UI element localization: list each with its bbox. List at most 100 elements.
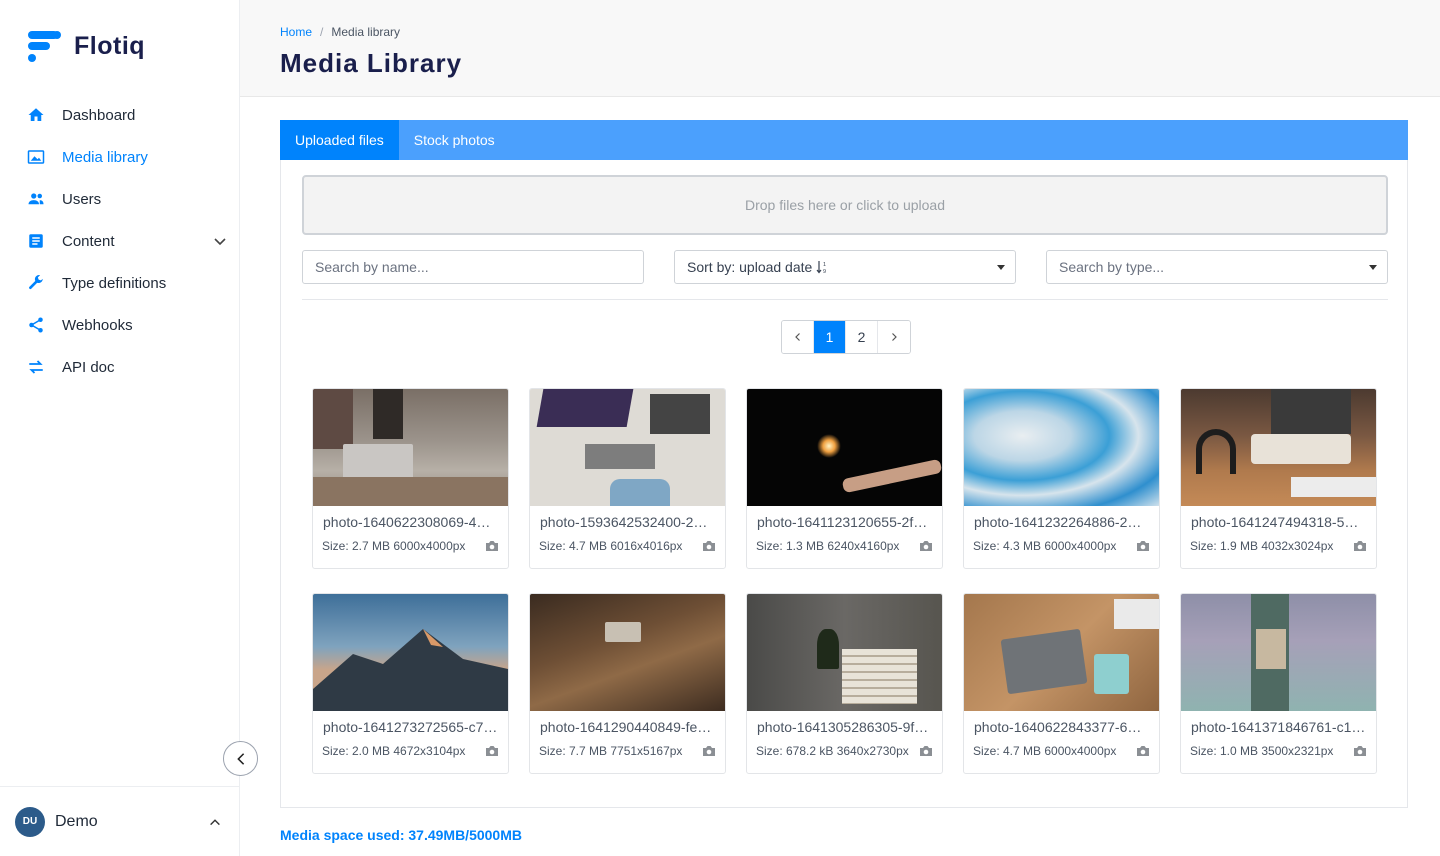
sidebar-item-label: Dashboard	[62, 106, 136, 124]
tab-uploaded-files[interactable]: Uploaded files	[280, 120, 399, 160]
svg-text:1: 1	[823, 262, 826, 268]
media-card[interactable]: photo-1641290440849-feb… Size: 7.7 MB 77…	[529, 593, 726, 774]
sidebar-item-label: API doc	[62, 358, 115, 376]
sort-select[interactable]: Sort by: upload date 19	[674, 250, 1016, 284]
share-icon	[26, 315, 46, 335]
media-card[interactable]: photo-1641232264886-2e… Size: 4.3 MB 600…	[963, 388, 1160, 569]
sidebar-item-type-definitions[interactable]: Type definitions	[0, 262, 240, 304]
search-input[interactable]	[315, 259, 643, 275]
media-file-name: photo-1641247494318-5a…	[1191, 514, 1367, 530]
wrench-icon	[26, 273, 46, 293]
media-card[interactable]: photo-1641305286305-9f… Size: 678.2 kB 3…	[746, 593, 943, 774]
media-size: Size: 4.7 MB 6016x4016px	[539, 539, 683, 553]
sidebar-item-content[interactable]: Content	[0, 220, 240, 262]
sidebar-item-webhooks[interactable]: Webhooks	[0, 304, 240, 346]
media-meta: Size: 2.0 MB 4672x3104px	[313, 735, 508, 758]
tab-stock-photos[interactable]: Stock photos	[399, 120, 510, 160]
type-select-placeholder: Search by type...	[1059, 259, 1165, 275]
media-meta: Size: 4.7 MB 6000x4000px	[964, 735, 1159, 758]
media-thumbnail	[313, 389, 508, 506]
media-thumbnail	[530, 389, 725, 506]
media-meta: Size: 1.3 MB 6240x4160px	[747, 530, 942, 553]
media-file-name: photo-1641371846761-c1…	[1191, 719, 1366, 735]
sidebar-item-dashboard[interactable]: Dashboard	[0, 94, 240, 136]
camera-icon	[486, 541, 498, 551]
media-space-used: Media space used: 37.49MB/5000MB	[280, 827, 522, 843]
camera-icon	[920, 746, 932, 756]
page-button-2[interactable]: 2	[846, 321, 878, 353]
media-card[interactable]: photo-1641371846761-c1… Size: 1.0 MB 350…	[1180, 593, 1377, 774]
image-icon	[26, 147, 46, 167]
media-card[interactable]: photo-1641123120655-2fc… Size: 1.3 MB 62…	[746, 388, 943, 569]
breadcrumb: Home / Media library	[280, 25, 400, 39]
media-meta: Size: 1.0 MB 3500x2321px	[1181, 735, 1376, 758]
page-button-1[interactable]: 1	[814, 321, 846, 353]
sidebar-item-media-library[interactable]: Media library	[0, 136, 240, 178]
sidebar-item-label: Type definitions	[62, 274, 167, 292]
chevron-right-icon	[892, 333, 897, 341]
prev-page-button[interactable]	[782, 321, 814, 353]
media-thumbnail	[747, 389, 942, 506]
media-thumbnail	[964, 389, 1159, 506]
breadcrumb-current: Media library	[331, 25, 401, 39]
document-icon	[26, 231, 46, 251]
pagination: 1 2	[781, 320, 911, 354]
media-size: Size: 4.3 MB 6000x4000px	[973, 539, 1117, 553]
sort-select-value: Sort by: upload date	[687, 259, 813, 275]
media-meta: Size: 4.7 MB 6016x4016px	[530, 530, 725, 553]
camera-icon	[1354, 541, 1366, 551]
camera-icon	[703, 541, 715, 551]
media-card[interactable]: photo-1640622843377-6b… Size: 4.7 MB 600…	[963, 593, 1160, 774]
media-thumbnail	[964, 594, 1159, 711]
media-thumbnail	[1181, 594, 1376, 711]
media-thumbnail	[313, 594, 508, 711]
user-menu[interactable]: DU Demo	[0, 786, 240, 856]
media-card[interactable]: photo-1641247494318-5a… Size: 1.9 MB 403…	[1180, 388, 1377, 569]
breadcrumb-home[interactable]: Home	[280, 25, 312, 39]
caret-down-icon	[997, 265, 1005, 270]
swap-icon	[26, 357, 46, 377]
sidebar-item-api-doc[interactable]: API doc	[0, 346, 240, 388]
search-by-type-select[interactable]: Search by type...	[1046, 250, 1388, 284]
media-size: Size: 1.0 MB 3500x2321px	[1190, 744, 1334, 758]
media-file-name: photo-1641290440849-feb…	[540, 719, 720, 735]
media-file-name: photo-1641273272565-c7…	[323, 719, 498, 735]
media-file-name: photo-1641232264886-2e…	[974, 514, 1150, 530]
breadcrumb-separator: /	[320, 25, 324, 39]
collapse-sidebar-button[interactable]	[223, 741, 258, 776]
media-size: Size: 2.7 MB 6000x4000px	[322, 539, 466, 553]
media-meta: Size: 7.7 MB 7751x5167px	[530, 735, 725, 758]
media-file-name: photo-1640622843377-6b…	[974, 719, 1150, 735]
search-by-name-field	[302, 250, 644, 284]
upload-dropzone[interactable]: Drop files here or click to upload	[302, 175, 1388, 235]
chevron-up-icon	[210, 819, 220, 826]
next-page-button[interactable]	[878, 321, 910, 353]
media-meta: Size: 678.2 kB 3640x2730px	[747, 735, 942, 758]
media-thumbnail	[1181, 389, 1376, 506]
media-card[interactable]: photo-1641273272565-c7… Size: 2.0 MB 467…	[312, 593, 509, 774]
media-card[interactable]: photo-1640622308069-43… Size: 2.7 MB 600…	[312, 388, 509, 569]
media-tabs: Uploaded files Stock photos	[280, 120, 1408, 160]
avatar: DU	[15, 806, 45, 837]
chevron-left-icon	[236, 752, 244, 765]
camera-icon	[1137, 746, 1149, 756]
svg-text:9: 9	[823, 269, 826, 274]
media-card[interactable]: photo-1593642532400-26… Size: 4.7 MB 601…	[529, 388, 726, 569]
media-file-name: photo-1641123120655-2fc…	[757, 514, 935, 530]
flotiq-logo[interactable]: Flotiq	[26, 28, 145, 64]
camera-icon	[1354, 746, 1366, 756]
sidebar-item-users[interactable]: Users	[0, 178, 240, 220]
media-panel: Drop files here or click to upload Sort …	[280, 160, 1408, 808]
media-thumbnail	[530, 594, 725, 711]
camera-icon	[703, 746, 715, 756]
user-name: Demo	[55, 812, 98, 830]
media-size: Size: 7.7 MB 7751x5167px	[539, 744, 683, 758]
camera-icon	[920, 541, 932, 551]
app-name: Flotiq	[74, 31, 146, 60]
page-header: Home / Media library Media Library	[240, 0, 1440, 97]
chevron-left-icon	[794, 333, 800, 341]
chevron-down-icon[interactable]	[212, 233, 228, 249]
media-file-name: photo-1640622308069-43…	[323, 514, 499, 530]
media-size: Size: 4.7 MB 6000x4000px	[973, 744, 1117, 758]
media-size: Size: 2.0 MB 4672x3104px	[322, 744, 466, 758]
